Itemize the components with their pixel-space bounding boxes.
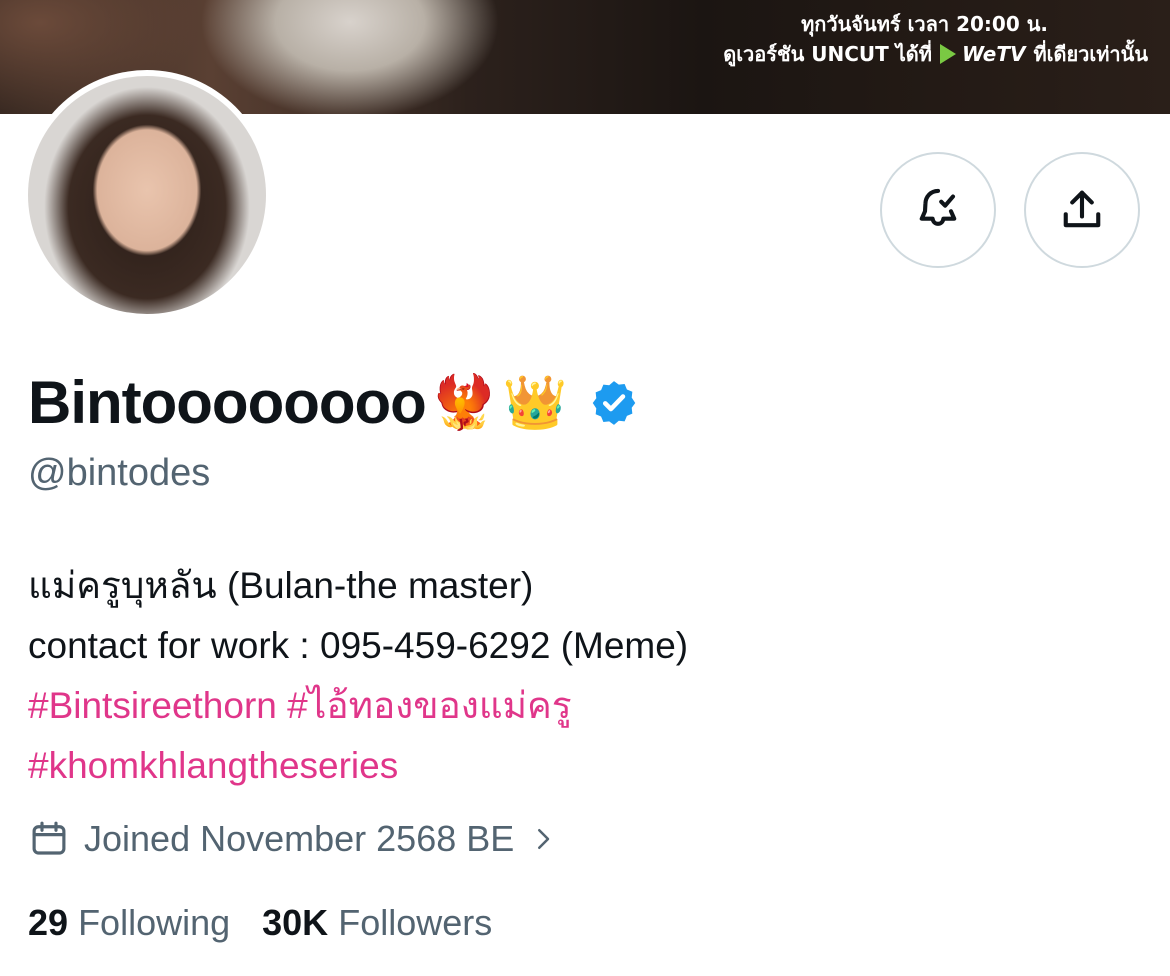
hashtag-link[interactable]: #khomkhlangtheseries xyxy=(28,745,398,786)
follow-stats: 29 Following 30K Followers xyxy=(28,902,492,944)
banner-image-figure xyxy=(200,0,500,114)
verified-badge-icon[interactable] xyxy=(589,378,639,428)
profile-bio: แม่ครูบุหลัน (Bulan-the master) contact … xyxy=(28,556,688,796)
user-handle: @bintodes xyxy=(28,452,211,494)
crown-emoji: 👑 xyxy=(502,372,568,433)
chevron-right-icon[interactable] xyxy=(528,824,558,854)
share-upload-icon xyxy=(1063,190,1101,228)
following-link[interactable]: 29 Following xyxy=(28,902,230,944)
wetv-logo: WeTV xyxy=(939,42,1026,66)
joined-date-text: Joined November 2568 BE xyxy=(84,818,515,859)
banner-uncut-suffix: ที่เดียวเท่านั้น xyxy=(1033,42,1148,66)
avatar-photo xyxy=(28,76,266,314)
bell-check-icon xyxy=(919,188,957,226)
followers-link[interactable]: 30K Followers xyxy=(262,902,492,944)
hashtag-link[interactable]: #ไอ้ทองของแม่ครู xyxy=(287,685,572,726)
banner-uncut-prefix: ดูเวอร์ชัน UNCUT ได้ที่ xyxy=(723,42,932,66)
display-name-row: Bintoooooooo 🐦‍🔥 👑 xyxy=(28,368,639,437)
followers-label: Followers xyxy=(338,902,493,943)
phoenix-emoji: 🐦‍🔥 xyxy=(431,372,497,433)
play-icon xyxy=(939,44,956,64)
joined-date-row[interactable]: Joined November 2568 BE xyxy=(28,818,558,860)
notifications-button[interactable] xyxy=(880,152,996,268)
bio-line-contact: contact for work : 095-459-6292 (Meme) xyxy=(28,625,689,666)
wetv-brand: WeTV xyxy=(961,42,1026,66)
display-name: Bintoooooooo xyxy=(28,369,427,436)
avatar[interactable] xyxy=(22,70,272,320)
hashtag-link[interactable]: #Bintsireethorn xyxy=(28,685,277,726)
following-count: 29 xyxy=(28,902,69,943)
share-button[interactable] xyxy=(1024,152,1140,268)
banner-schedule-text: ทุกวันจันทร์ เวลา 20:00 น. xyxy=(801,12,1048,36)
bio-line-role: แม่ครูบุหลัน (Bulan-the master) xyxy=(28,565,534,606)
followers-count: 30K xyxy=(262,902,329,943)
calendar-icon xyxy=(32,821,66,855)
following-label: Following xyxy=(78,902,231,943)
bio-hashtag-line: #Bintsireethorn #ไอ้ทองของแม่ครู xyxy=(28,676,688,736)
banner-uncut-text: ดูเวอร์ชัน UNCUT ได้ที่ WeTV ที่เดียวเท่… xyxy=(723,38,1148,70)
bio-hashtag-line: #khomkhlangtheseries xyxy=(28,736,688,796)
